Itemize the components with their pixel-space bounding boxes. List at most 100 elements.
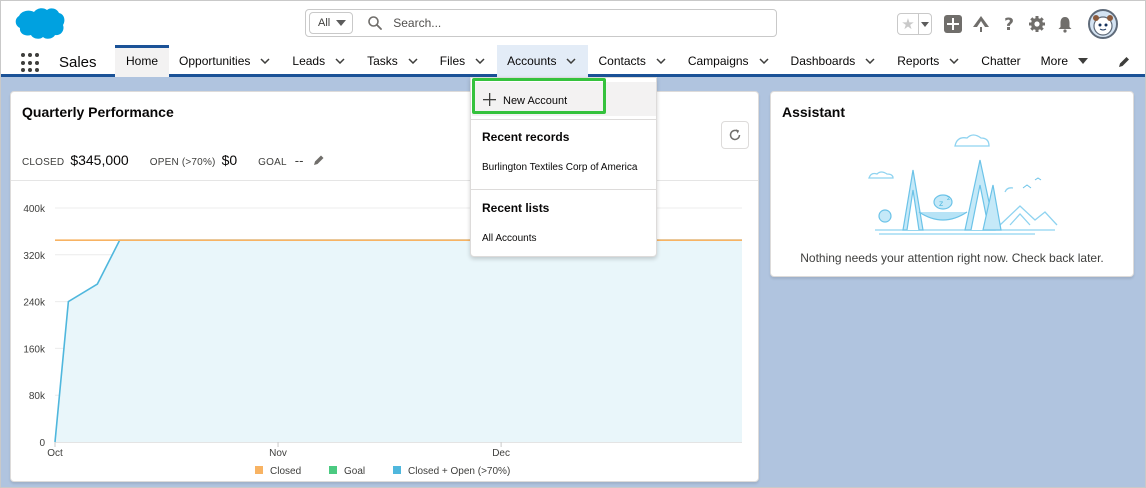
legend-swatch bbox=[329, 466, 337, 474]
card-title: Assistant bbox=[782, 104, 846, 120]
tab-label: Dashboards bbox=[790, 54, 856, 68]
open-label: OPEN (>70%) bbox=[149, 157, 216, 168]
recent-lists-heading: Recent lists bbox=[482, 201, 550, 215]
tab-label: Opportunities bbox=[179, 54, 251, 68]
legend-swatch bbox=[393, 466, 401, 474]
card-title: Quarterly Performance bbox=[22, 104, 174, 120]
tab-chatter[interactable]: Chatter bbox=[971, 45, 1030, 77]
tab-dashboards[interactable]: Dashboards bbox=[781, 45, 888, 77]
edit-goal-pencil-icon[interactable] bbox=[313, 154, 325, 166]
tab-opportunities[interactable]: Opportunities bbox=[169, 45, 282, 77]
setup-button[interactable] bbox=[1028, 15, 1046, 33]
tab-label: More bbox=[1040, 54, 1068, 68]
trailhead-icon bbox=[973, 16, 989, 32]
refresh-button[interactable] bbox=[721, 121, 749, 149]
divider bbox=[471, 189, 656, 190]
notifications-button[interactable] bbox=[1056, 15, 1074, 33]
plus-icon bbox=[483, 93, 496, 106]
new-account-label: New Account bbox=[503, 95, 568, 107]
open-value: $0 bbox=[221, 152, 238, 168]
tab-contacts[interactable]: Contacts bbox=[588, 45, 677, 77]
goal-value: -- bbox=[294, 153, 304, 168]
y-tick-label: 0 bbox=[39, 438, 45, 449]
tab-label: Campaigns bbox=[687, 54, 749, 68]
legend-swatch bbox=[255, 466, 263, 474]
y-tick-label: 400k bbox=[23, 204, 46, 215]
tab-label: Contacts bbox=[598, 54, 646, 68]
search-icon bbox=[368, 16, 383, 30]
performance-metrics: CLOSED $345,000 OPEN (>70%) $0 GOAL -- bbox=[22, 152, 325, 168]
y-tick-label: 80k bbox=[29, 391, 46, 402]
tab-label: Chatter bbox=[981, 54, 1021, 68]
help-icon: ? bbox=[1004, 15, 1014, 33]
tab-leads[interactable]: Leads bbox=[282, 45, 357, 77]
global-search: All bbox=[305, 9, 777, 37]
gear-icon bbox=[1029, 16, 1045, 32]
new-account-menu-item[interactable]: New Account bbox=[472, 82, 656, 116]
x-tick-label: Dec bbox=[492, 448, 510, 459]
chevron-down-icon bbox=[921, 21, 929, 27]
chevron-down-icon[interactable] bbox=[408, 58, 418, 64]
app-frame: All ★ bbox=[0, 0, 1146, 488]
y-tick-label: 320k bbox=[23, 251, 46, 262]
add-icon bbox=[944, 15, 962, 33]
assistant-card: Assistant z z Nothing needs your attenti… bbox=[770, 91, 1134, 277]
tab-campaigns[interactable]: Campaigns bbox=[678, 45, 781, 77]
tab-files[interactable]: Files bbox=[430, 45, 497, 77]
global-actions-button[interactable] bbox=[944, 15, 962, 33]
recent-record-item[interactable]: Burlington Textiles Corp of America bbox=[482, 162, 637, 173]
chevron-down-icon bbox=[336, 20, 347, 26]
svg-text:z: z bbox=[939, 199, 943, 208]
legend-label: Closed + Open (>70%) bbox=[408, 466, 510, 477]
chevron-down-icon[interactable] bbox=[260, 58, 270, 64]
global-header: All ★ bbox=[1, 1, 1145, 45]
chevron-down-icon[interactable] bbox=[865, 58, 875, 64]
search-scope-select[interactable]: All bbox=[309, 12, 354, 34]
tab-label: Accounts bbox=[507, 54, 557, 68]
trailhead-button[interactable] bbox=[972, 15, 990, 33]
navigation-bar: Sales Home Opportunities Leads Tasks Fil… bbox=[1, 45, 1145, 77]
bell-icon bbox=[1058, 17, 1072, 33]
header-tools: ★ ? bbox=[897, 9, 1118, 39]
recent-records-heading: Recent records bbox=[482, 130, 570, 144]
chevron-down-icon[interactable] bbox=[566, 58, 577, 64]
divider bbox=[471, 119, 656, 120]
tab-reports[interactable]: Reports bbox=[887, 45, 971, 77]
salesforce-logo-icon[interactable] bbox=[13, 6, 65, 40]
chevron-down-icon[interactable] bbox=[949, 58, 959, 64]
y-tick-label: 160k bbox=[23, 344, 46, 355]
goal-label: GOAL bbox=[258, 157, 287, 168]
favorite-star-icon[interactable]: ★ bbox=[898, 14, 918, 34]
tab-label: Leads bbox=[292, 54, 326, 68]
help-button[interactable]: ? bbox=[1000, 15, 1018, 33]
tab-more[interactable]: More bbox=[1031, 45, 1088, 77]
closed-label: CLOSED bbox=[22, 157, 65, 168]
y-tick-label: 240k bbox=[23, 298, 46, 309]
x-tick-label: Nov bbox=[269, 448, 287, 459]
tab-label: Reports bbox=[897, 54, 940, 68]
user-avatar[interactable] bbox=[1088, 9, 1118, 39]
app-launcher-icon[interactable] bbox=[21, 53, 41, 73]
hammock-illustration-icon: z z bbox=[868, 134, 1058, 235]
chevron-down-icon bbox=[1078, 58, 1088, 64]
recent-list-item[interactable]: All Accounts bbox=[482, 233, 536, 244]
chevron-down-icon[interactable] bbox=[759, 58, 769, 64]
astro-avatar-icon bbox=[1093, 15, 1113, 36]
tab-home[interactable]: Home bbox=[115, 45, 170, 77]
tab-tasks[interactable]: Tasks bbox=[357, 45, 430, 77]
svg-text:z: z bbox=[947, 195, 950, 202]
closed-value: $345,000 bbox=[70, 152, 129, 168]
chevron-down-icon[interactable] bbox=[656, 58, 666, 64]
tab-label: Tasks bbox=[367, 54, 398, 68]
assistant-empty-message: Nothing needs your attention right now. … bbox=[800, 251, 1104, 265]
app-name: Sales bbox=[59, 54, 97, 71]
favorites-list-button[interactable] bbox=[918, 14, 931, 34]
chevron-down-icon[interactable] bbox=[475, 58, 485, 64]
edit-nav-pencil-icon[interactable] bbox=[1117, 55, 1131, 69]
nav-items: Home Opportunities Leads Tasks Files Acc… bbox=[115, 45, 1088, 77]
search-input[interactable] bbox=[393, 16, 754, 30]
legend-label: Closed bbox=[270, 466, 301, 477]
tab-accounts[interactable]: Accounts bbox=[497, 45, 589, 77]
tab-label: Home bbox=[126, 54, 159, 68]
chevron-down-icon[interactable] bbox=[335, 58, 345, 64]
